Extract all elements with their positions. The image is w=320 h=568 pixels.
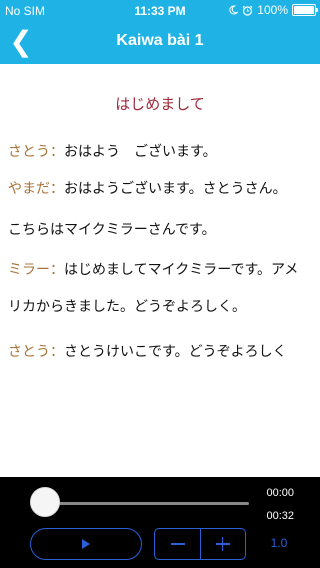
page-title: Kaiwa bài 1 bbox=[116, 32, 204, 49]
speed-stepper[interactable] bbox=[154, 528, 246, 560]
dialogue-line: さとう：おはよう ございます。 bbox=[8, 136, 314, 168]
speaker-name: さとう： bbox=[8, 344, 64, 360]
dialogue-line: ミラー：はじめましてマイクミラーです。アメ bbox=[8, 254, 314, 286]
moon-icon bbox=[229, 5, 239, 15]
dialogue-text: さとうけいこです。どうぞよろしく bbox=[64, 344, 287, 360]
dialogue-text: リカからきました。どうぞよろしく。 bbox=[8, 299, 246, 315]
speaker-name: ミラー： bbox=[8, 262, 64, 278]
status-right: 100% bbox=[228, 3, 318, 17]
speed-increase-button[interactable] bbox=[199, 529, 246, 559]
elapsed-time: 00:00 bbox=[266, 487, 294, 499]
dialogue-text: おはようございます。さとうさん。 bbox=[64, 181, 287, 197]
header-bar: No SIM 11:33 PM 100% ❮ Kaiwa bài 1 bbox=[0, 0, 320, 64]
audio-player: 00:00 00:32 1.0 bbox=[0, 477, 320, 568]
speaker-name: やまだ： bbox=[8, 181, 64, 197]
progress-thumb[interactable] bbox=[30, 487, 60, 517]
battery-icon bbox=[292, 4, 318, 16]
battery-percent: 100% bbox=[257, 3, 288, 17]
speed-value: 1.0 bbox=[270, 536, 288, 550]
total-time: 00:32 bbox=[266, 510, 294, 522]
alarm-icon bbox=[242, 5, 253, 16]
status-bar: No SIM 11:33 PM 100% bbox=[0, 0, 320, 20]
speed-decrease-button[interactable] bbox=[155, 529, 200, 559]
play-icon bbox=[82, 539, 90, 549]
dialogue-line: やまだ：おはようございます。さとうさん。 bbox=[8, 173, 314, 205]
minus-icon bbox=[171, 543, 185, 545]
dialogue-text: こちらはマイクミラーさんです。 bbox=[8, 222, 216, 238]
progress-track[interactable] bbox=[44, 502, 249, 505]
dialogue-line: さとう：さとうけいこです。どうぞよろしく bbox=[8, 336, 314, 368]
dialogue-line: こちらはマイクミラーさんです。 bbox=[8, 214, 314, 246]
speaker-name: さとう： bbox=[8, 144, 64, 160]
lesson-title: はじめまして bbox=[115, 95, 205, 113]
dialogue-text: はじめましてマイクミラーです。アメ bbox=[64, 262, 299, 278]
plus-icon-stroke bbox=[221, 537, 223, 551]
lesson-content: はじめまして さとう：おはよう ございます。 やまだ：おはようございます。さとう… bbox=[0, 64, 320, 476]
play-button[interactable] bbox=[30, 528, 142, 560]
dialogue-text: おはよう ございます。 bbox=[64, 144, 217, 160]
dialogue-line: リカからきました。どうぞよろしく。 bbox=[8, 291, 314, 323]
nav-bar: ❮ Kaiwa bài 1 bbox=[0, 20, 320, 64]
